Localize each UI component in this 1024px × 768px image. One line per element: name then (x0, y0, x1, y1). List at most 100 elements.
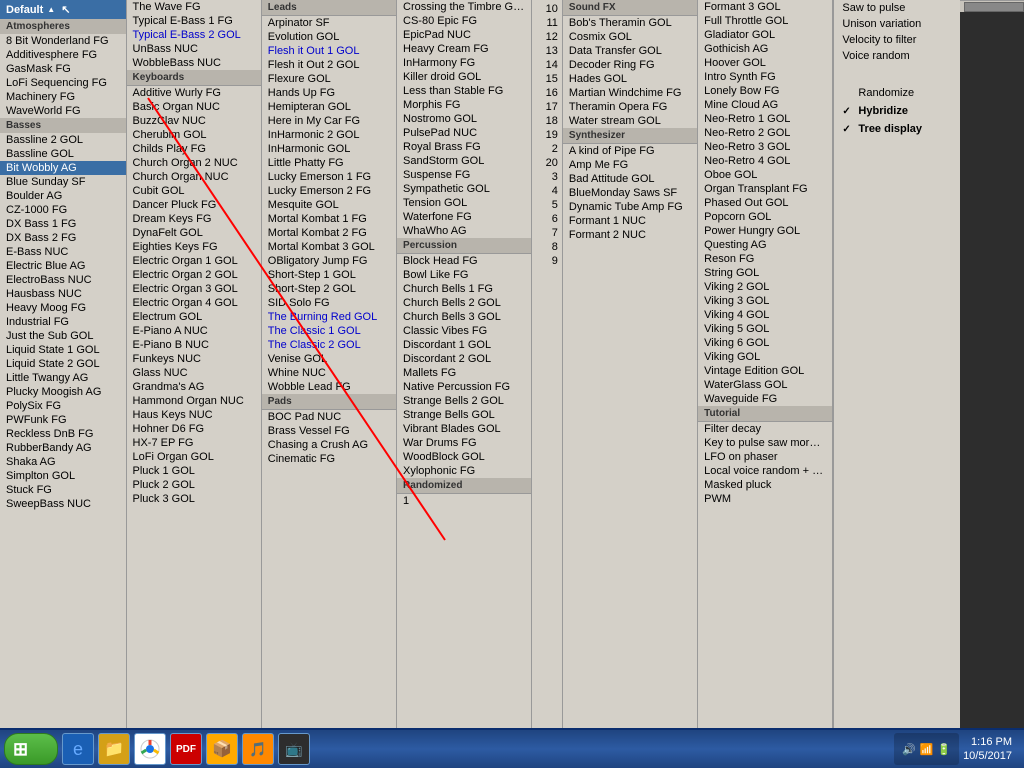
col-item[interactable]: Chasing a Crush AG (262, 438, 396, 452)
preset-item[interactable]: Shaka AG (0, 455, 126, 469)
col-item[interactable]: Vintage Edition GOL (698, 364, 832, 378)
col-item[interactable]: Whine NUC (262, 366, 396, 380)
col-item[interactable]: Neo-Retro 4 GOL (698, 154, 832, 168)
col-item[interactable]: Nostromo GOL (397, 112, 531, 126)
preset-item[interactable]: ElectroBass NUC (0, 273, 126, 287)
col-item[interactable]: Glass NUC (127, 366, 261, 380)
col-item[interactable]: Formant 2 NUC (563, 228, 697, 242)
col-item[interactable]: Killer droid GOL (397, 70, 531, 84)
right-item[interactable]: Saw to pulse (834, 0, 960, 16)
col-item[interactable]: DynaFelt GOL (127, 226, 261, 240)
col-item[interactable]: Discordant 1 GOL (397, 338, 531, 352)
preset-item[interactable]: Simplton GOL (0, 469, 126, 483)
col-item[interactable]: Short-Step 2 GOL (262, 282, 396, 296)
ie-icon[interactable]: e (62, 733, 94, 765)
col-item[interactable]: Decoder Ring FG (563, 58, 697, 72)
tree-display-button[interactable]: ✓ Tree display (834, 120, 960, 138)
col-item[interactable]: Mortal Kombat 2 FG (262, 226, 396, 240)
col-item[interactable]: InHarmonic GOL (262, 142, 396, 156)
col-item[interactable]: Crossing the Timbre GOL (397, 0, 531, 14)
col-item[interactable]: Reson FG (698, 252, 832, 266)
col-item[interactable]: Flexure GOL (262, 72, 396, 86)
col-item[interactable]: Neo-Retro 3 GOL (698, 140, 832, 154)
col-item[interactable]: Dynamic Tube Amp FG (563, 200, 697, 214)
col-item[interactable]: Strange Bells GOL (397, 408, 531, 422)
col-item[interactable]: Hemipteran GOL (262, 100, 396, 114)
col-item[interactable]: Organ Transplant FG (698, 182, 832, 196)
preset-item[interactable]: Industrial FG (0, 315, 126, 329)
col-item[interactable]: Less than Stable FG (397, 84, 531, 98)
col-item[interactable]: Pluck 3 GOL (127, 492, 261, 506)
col-item[interactable]: Electric Organ 4 GOL (127, 296, 261, 310)
col-item[interactable]: Funkeys NUC (127, 352, 261, 366)
preset-item-selected[interactable]: Bit Wobbly AG (0, 161, 126, 175)
col-item[interactable]: Little Phatty FG (262, 156, 396, 170)
col-item[interactable]: The Classic 1 GOL (262, 324, 396, 338)
col-item[interactable]: Church Organ NUC (127, 170, 261, 184)
col-item[interactable]: Mortal Kombat 1 FG (262, 212, 396, 226)
right-item[interactable]: Voice random (834, 48, 960, 64)
col-item[interactable]: Viking 2 GOL (698, 280, 832, 294)
media-icon[interactable]: 📺 (278, 733, 310, 765)
col-item[interactable]: SandStorm GOL (397, 154, 531, 168)
left-panel-header[interactable]: Default ▲ ↖ (0, 0, 126, 19)
col-item[interactable]: Grandma's AG (127, 380, 261, 394)
preset-item[interactable]: Electric Blue AG (0, 259, 126, 273)
preset-item[interactable]: Heavy Moog FG (0, 301, 126, 315)
col-item[interactable]: Gladiator GOL (698, 28, 832, 42)
col-item[interactable]: Arpinator SF (262, 16, 396, 30)
preset-item[interactable]: Bassline 2 GOL (0, 133, 126, 147)
col-item[interactable]: Bob's Theramin GOL (563, 16, 697, 30)
col-item[interactable]: Venise GOL (262, 352, 396, 366)
col-item[interactable]: Viking 5 GOL (698, 322, 832, 336)
col-item[interactable]: Cosmix GOL (563, 30, 697, 44)
col-item[interactable]: Power Hungry GOL (698, 224, 832, 238)
col-item[interactable]: Here in My Car FG (262, 114, 396, 128)
col-item[interactable]: Hades GOL (563, 72, 697, 86)
col-item[interactable]: Intro Synth FG (698, 70, 832, 84)
col-item[interactable]: Typical E-Bass 2 GOL (127, 28, 261, 42)
col-item[interactable]: Sympathetic GOL (397, 182, 531, 196)
preset-item[interactable]: Liquid State 2 GOL (0, 357, 126, 371)
col-item[interactable]: Electric Organ 3 GOL (127, 282, 261, 296)
col-item[interactable]: Viking 3 GOL (698, 294, 832, 308)
col-item[interactable]: A kind of Pipe FG (563, 144, 697, 158)
folder-icon[interactable]: 📁 (98, 733, 130, 765)
col-item[interactable]: Bowl Like FG (397, 268, 531, 282)
col-item[interactable]: PulsePad NUC (397, 126, 531, 140)
zip-icon[interactable]: 📦 (206, 733, 238, 765)
col-item[interactable]: Dancer Pluck FG (127, 198, 261, 212)
col-item[interactable]: Bad Attitude GOL (563, 172, 697, 186)
preset-list[interactable]: Atmospheres 8 Bit Wonderland FG Additive… (0, 19, 126, 728)
preset-item[interactable]: Stuck FG (0, 483, 126, 497)
col-item[interactable]: Cubit GOL (127, 184, 261, 198)
col-item[interactable]: Wobble Lead FG (262, 380, 396, 394)
col-item[interactable]: Full Throttle GOL (698, 14, 832, 28)
col-item[interactable]: BOC Pad NUC (262, 410, 396, 424)
col-item[interactable]: Filter decay (698, 422, 832, 436)
col-item[interactable]: InHarmonic 2 GOL (262, 128, 396, 142)
col-item[interactable]: Mine Cloud AG (698, 98, 832, 112)
preset-item[interactable]: LoFi Sequencing FG (0, 76, 126, 90)
col-item[interactable]: Waveguide FG (698, 392, 832, 406)
col-item[interactable]: Dream Keys FG (127, 212, 261, 226)
preset-item[interactable]: Bassline GOL (0, 147, 126, 161)
col-item[interactable]: EpicPad NUC (397, 28, 531, 42)
col-item[interactable]: Pluck 1 GOL (127, 464, 261, 478)
col-item[interactable]: Data Transfer GOL (563, 44, 697, 58)
col-item[interactable]: Mesquite GOL (262, 198, 396, 212)
col-item[interactable]: Lucky Emerson 2 FG (262, 184, 396, 198)
scrollbar-thumb[interactable] (964, 2, 1024, 12)
preset-item[interactable]: CZ-1000 FG (0, 203, 126, 217)
col-item[interactable]: HX-7 EP FG (127, 436, 261, 450)
preset-item[interactable]: Reckless DnB FG (0, 427, 126, 441)
col-item[interactable]: Key to pulse saw morphing (698, 436, 832, 450)
col-item[interactable]: Cherubim GOL (127, 128, 261, 142)
col-item[interactable]: Neo-Retro 1 GOL (698, 112, 832, 126)
col-item[interactable]: Haus Keys NUC (127, 408, 261, 422)
col-item[interactable]: The Burning Red GOL (262, 310, 396, 324)
col-item[interactable]: Local voice random + unison (698, 464, 832, 478)
preset-item[interactable]: Additivesphere FG (0, 48, 126, 62)
preset-item[interactable]: Just the Sub GOL (0, 329, 126, 343)
preset-item[interactable]: RubberBandy AG (0, 441, 126, 455)
